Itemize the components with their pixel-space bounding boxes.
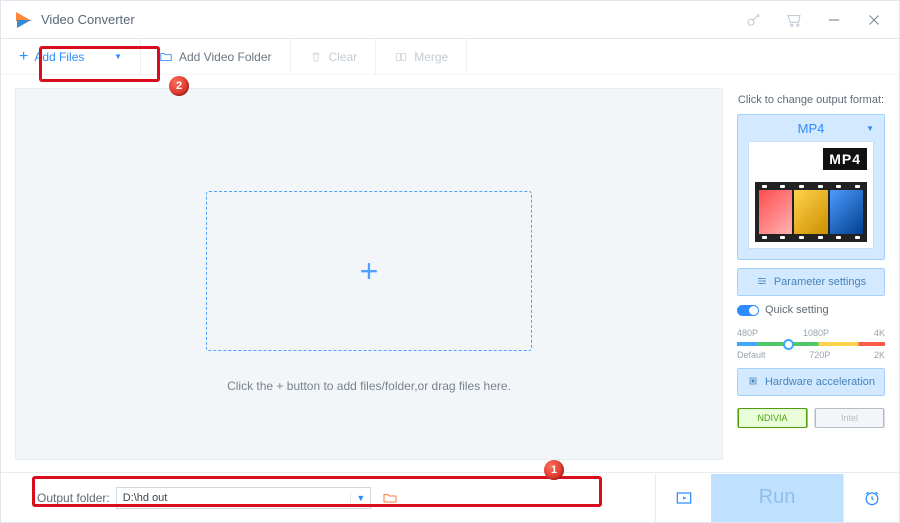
parameter-settings-button[interactable]: Parameter settings	[737, 268, 885, 296]
tick-4k: 4K	[874, 328, 885, 338]
merge-icon	[394, 50, 408, 64]
format-tag: MP4	[823, 148, 867, 170]
content-area: + Click the + button to add files/folder…	[15, 88, 885, 460]
output-format-selector[interactable]: MP4 ▼	[738, 115, 884, 141]
chevron-down-icon: ▼	[114, 52, 122, 61]
resolution-ticks-bottom: Default 720P 2K	[737, 350, 885, 360]
output-format-label: Click to change output format:	[737, 94, 885, 106]
chip-icon	[747, 375, 759, 390]
add-video-folder-button[interactable]: Add Video Folder	[141, 39, 291, 75]
drop-zone[interactable]: +	[206, 191, 532, 351]
tick-720p: 720P	[809, 350, 830, 360]
output-format-value: MP4	[798, 121, 825, 136]
sliders-icon	[756, 275, 768, 290]
side-panel: Click to change output format: MP4 ▼ MP4…	[737, 88, 885, 460]
nvidia-label: NDIVIA	[738, 408, 807, 428]
intel-button[interactable]: Intel	[814, 408, 885, 428]
toolbar: + Add Files ▼ Add Video Folder Clear Mer…	[1, 39, 899, 75]
output-format-box[interactable]: MP4 ▼ MP4	[737, 114, 885, 260]
clear-button[interactable]: Clear	[291, 39, 377, 75]
add-files-button[interactable]: + Add Files ▼	[1, 39, 141, 75]
tick-2k: 2K	[874, 350, 885, 360]
drop-hint: Click the + button to add files/folder,o…	[16, 379, 722, 393]
run-button[interactable]: Run	[711, 474, 843, 522]
tick-480p: 480P	[737, 328, 758, 338]
intel-label: Intel	[815, 408, 884, 428]
titlebar: Video Converter	[1, 1, 899, 39]
close-icon[interactable]	[863, 9, 885, 31]
drop-area[interactable]: + Click the + button to add files/folder…	[15, 88, 723, 460]
quick-setting-toggle[interactable]	[737, 305, 759, 316]
output-folder-label: Output folder:	[37, 491, 110, 505]
nvidia-button[interactable]: NDIVIA	[737, 408, 808, 428]
quick-setting-row: Quick setting	[737, 304, 885, 316]
clear-label: Clear	[329, 50, 358, 64]
minimize-icon[interactable]	[823, 9, 845, 31]
run-label: Run	[759, 486, 796, 509]
key-icon[interactable]	[743, 9, 765, 31]
gpu-row: NDIVIA Intel	[737, 408, 885, 428]
folder-icon	[159, 50, 173, 64]
add-files-label: Add Files	[34, 50, 84, 64]
plus-icon: +	[19, 48, 28, 66]
resolution-slider[interactable]: 480P 1080P 4K Default 720P 2K	[737, 328, 885, 360]
resolution-ticks-top: 480P 1080P 4K	[737, 328, 885, 338]
add-video-folder-label: Add Video Folder	[179, 50, 272, 64]
hardware-acceleration-label: Hardware acceleration	[765, 376, 875, 388]
schedule-button[interactable]	[843, 474, 899, 522]
quick-setting-label: Quick setting	[765, 304, 829, 316]
annotation-number-2: 2	[169, 76, 189, 96]
tick-default: Default	[737, 350, 766, 360]
chevron-down-icon: ▼	[866, 124, 874, 133]
merge-label: Merge	[414, 50, 448, 64]
output-folder-dropdown[interactable]: ▼	[350, 493, 370, 503]
parameter-settings-label: Parameter settings	[774, 276, 866, 288]
filmstrip-icon	[755, 182, 867, 242]
play-output-button[interactable]	[655, 474, 711, 522]
trash-icon	[309, 50, 323, 64]
cart-icon[interactable]	[783, 9, 805, 31]
app-logo-icon	[15, 11, 33, 29]
browse-folder-button[interactable]	[379, 487, 401, 509]
tick-1080p: 1080P	[803, 328, 829, 338]
footer: Output folder: ▼ Run	[1, 472, 899, 522]
annotation-number-1: 1	[544, 460, 564, 480]
format-thumbnail: MP4	[748, 141, 874, 249]
app-title: Video Converter	[41, 12, 135, 27]
hardware-acceleration-button[interactable]: Hardware acceleration	[737, 368, 885, 396]
output-folder-input[interactable]	[117, 492, 351, 504]
output-folder-field[interactable]: ▼	[116, 487, 372, 509]
big-plus-icon: +	[360, 253, 379, 290]
merge-button[interactable]: Merge	[376, 39, 467, 75]
slider-bar[interactable]	[737, 342, 885, 346]
